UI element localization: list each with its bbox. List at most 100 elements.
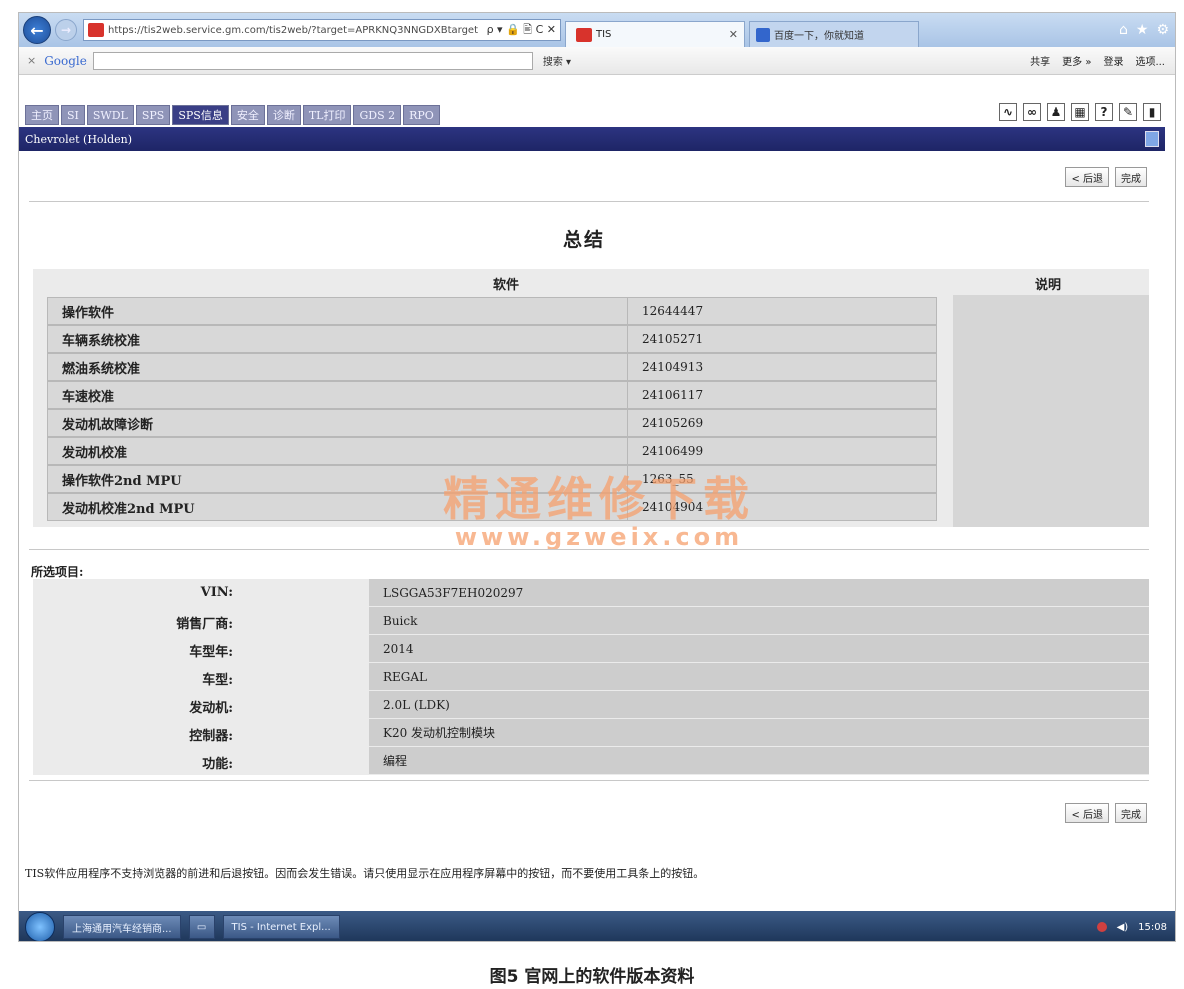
back-button[interactable]: < 后退 (1065, 803, 1109, 823)
selected-item-label: 发动机: (189, 701, 233, 716)
calculator-icon[interactable]: ▦ (1071, 103, 1089, 121)
software-table: 操作软件 12644447 车辆系统校准 24105271 燃油系统校准 24104913… (33, 295, 1149, 527)
more-button[interactable]: 更多 » (1062, 53, 1091, 68)
google-search-input[interactable] (92, 51, 533, 70)
favorites-icon[interactable]: ★ (1136, 22, 1149, 38)
share-button[interactable]: 共享 (1030, 53, 1050, 68)
tab-8[interactable]: GDS 2 (353, 105, 402, 125)
browser-tab-label: TIS (596, 29, 612, 40)
options-button[interactable]: 选项... (1135, 53, 1165, 68)
selected-items-heading: 所选项目: (31, 565, 84, 579)
url-text[interactable]: https://tis2web.service.gm.com/tis2web/?… (108, 25, 483, 36)
tab-5[interactable]: 安全 (230, 105, 265, 125)
software-name: 发动机校准2nd MPU (47, 493, 627, 521)
address-bar[interactable]: https://tis2web.service.gm.com/tis2web/?… (83, 19, 561, 41)
software-name: 发动机故障诊断 (47, 409, 627, 437)
system-tray: ◀) 15:08 (1096, 922, 1167, 933)
software-name: 燃油系统校准 (47, 353, 627, 381)
security-icon[interactable] (1096, 922, 1107, 932)
selected-item-label: 车型: (202, 673, 233, 688)
site-favicon-icon (88, 23, 104, 37)
tab-3[interactable]: SPS (135, 105, 171, 125)
tis-favicon-icon (576, 27, 592, 42)
table-row: 发动机校准2nd MPU 24104904 (33, 493, 953, 521)
taskbar: 上海通用汽车经销商... ▭ TIS - Internet Expl... ◀)… (19, 911, 1175, 941)
table-row: 功能: 编程 (33, 747, 1149, 775)
back-button[interactable]: < 后退 (1065, 167, 1109, 187)
page-title: 总结 (562, 229, 605, 251)
selected-item-label: 控制器: (189, 729, 233, 744)
table-row: 车型年: 2014 (33, 635, 1149, 663)
volume-icon[interactable]: ◀) (1117, 922, 1129, 933)
software-part-number: 24105269 (627, 409, 937, 437)
book-icon[interactable]: ▮ (1143, 103, 1161, 121)
table-row: 发动机故障诊断 24105269 (33, 409, 953, 437)
figure-caption: 图5 官网上的软件版本资料 (489, 967, 695, 987)
tab-7[interactable]: TL打印 (302, 105, 352, 125)
window-icons: ⌂ ★ ⚙ (1119, 22, 1169, 38)
browser-tab-baidu[interactable]: 百度一下，你就知道 (749, 21, 919, 47)
selected-item-value: LSGGA53F7EH020297 (369, 579, 1149, 607)
tab-1[interactable]: SI (61, 105, 85, 125)
divider (29, 780, 1149, 781)
top-nav-buttons: < 后退 完成 (1065, 167, 1147, 187)
software-name: 发动机校准 (47, 437, 627, 465)
footer-note: TIS软件应用程序不支持浏览器的前进和后退按钮。因而会发生错误。请只使用显示在应… (25, 867, 705, 880)
taskbar-item-ie[interactable]: TIS - Internet Expl... (222, 915, 340, 939)
brand-bar: Chevrolet (Holden) (19, 127, 1165, 151)
table-row: 车型: REGAL (33, 663, 1149, 691)
back-button[interactable]: ← (23, 16, 51, 44)
software-part-number: 24105271 (627, 325, 937, 353)
table-row: 操作软件 12644447 (33, 297, 953, 325)
taskbar-item-dealer[interactable]: 上海通用汽车经销商... (63, 915, 181, 939)
notes-column-header: 说明 (1035, 278, 1062, 293)
gear-icon[interactable]: ⚙ (1156, 22, 1169, 38)
address-tools[interactable]: ρ ▾ 🔒 🖹 C ✕ (483, 21, 560, 40)
close-icon[interactable]: ✕ (729, 28, 738, 41)
tab-9[interactable]: RPO (403, 105, 440, 125)
software-name: 操作软件2nd MPU (47, 465, 627, 493)
table-row: 发动机校准 24106499 (33, 437, 953, 465)
close-icon[interactable]: × (27, 54, 36, 67)
folder-icon[interactable]: ▭ (188, 915, 215, 939)
selected-item-value: 2.0L (LDK) (369, 691, 1149, 719)
selected-items-table: VIN: LSGGA53F7EH020297 销售厂商: Buick 车型年: 2014 车… (33, 579, 1149, 775)
help-icon[interactable]: ? (1095, 103, 1113, 121)
table-row: 控制器: K20 发动机控制模块 (33, 719, 1149, 747)
tab-4[interactable]: SPS信息 (172, 105, 229, 125)
software-name: 车速校准 (47, 381, 627, 409)
selected-item-value: Buick (369, 607, 1149, 635)
user-icon[interactable]: ♟ (1047, 103, 1065, 121)
finish-button[interactable]: 完成 (1115, 803, 1147, 823)
baidu-favicon-icon (756, 27, 770, 42)
software-part-number: 24106499 (627, 437, 937, 465)
tab-0[interactable]: 主页 (25, 105, 59, 125)
table-row: 燃油系统校准 24104913 (33, 353, 953, 381)
chart-icon[interactable]: ∿ (999, 103, 1017, 121)
table-row: 车辆系统校准 24105271 (33, 325, 953, 353)
document-icon[interactable] (1145, 131, 1159, 147)
tab-2[interactable]: SWDL (86, 105, 134, 125)
login-button[interactable]: 登录 (1103, 53, 1123, 68)
app-toolbar-icons: ∿ ∞ ♟ ▦? ✎ ▮ (999, 103, 1161, 121)
google-logo: Google (44, 53, 87, 68)
home-icon[interactable]: ⌂ (1119, 22, 1128, 38)
software-column-header: 软件 (493, 278, 520, 293)
divider (29, 549, 1149, 550)
clock[interactable]: 15:08 (1138, 922, 1167, 933)
finish-button[interactable]: 完成 (1115, 167, 1147, 187)
link-icon[interactable]: ∞ (1023, 103, 1041, 121)
forward-button[interactable]: → (55, 19, 77, 41)
browser-tab-tis[interactable]: TIS ✕ (565, 21, 745, 47)
selected-item-value: REGAL (369, 663, 1149, 691)
tab-6[interactable]: 诊断 (266, 105, 301, 125)
table-row: 发动机: 2.0L (LDK) (33, 691, 1149, 719)
google-search-button[interactable]: 搜索 ▾ (543, 53, 571, 68)
bottom-nav-buttons: < 后退 完成 (1065, 803, 1147, 823)
selected-item-label: VIN: (200, 585, 233, 600)
browser-tab-label: 百度一下，你就知道 (774, 31, 864, 42)
tis-app: 主页 SI SWDL SPS SPS信息 安全 诊断 TL打印 GDS 2 RPO ∿ ∞ ♟ ▦? ✎ ▮… (19, 75, 1175, 911)
start-button[interactable] (25, 912, 55, 941)
note-icon[interactable]: ✎ (1119, 103, 1137, 121)
google-toolbar: × Google 搜索 ▾ 共享 更多 » 登录 选项... (19, 47, 1175, 75)
